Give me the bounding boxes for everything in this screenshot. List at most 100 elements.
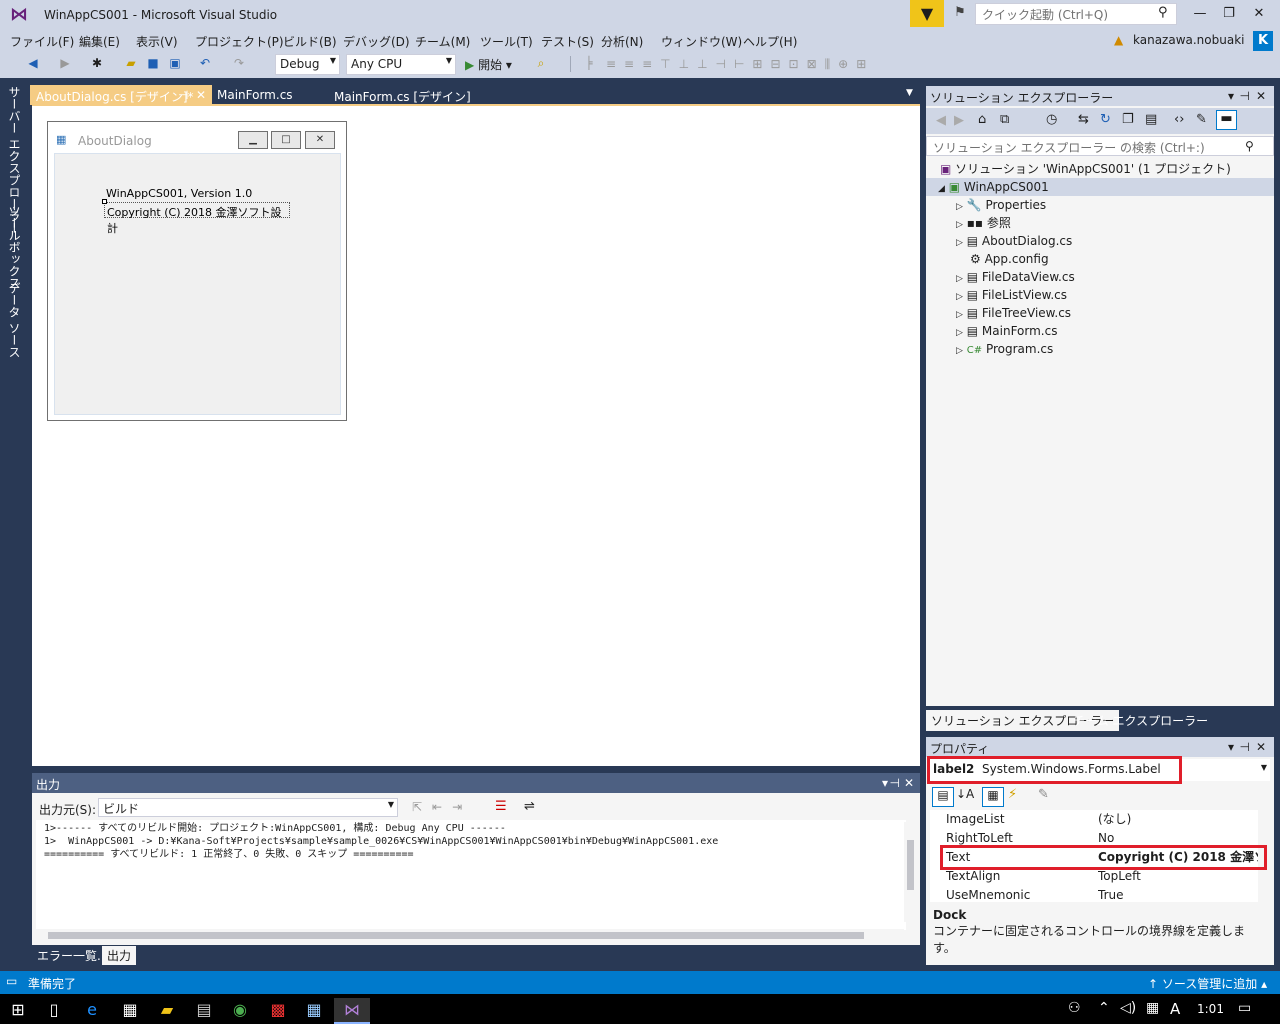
user-name[interactable]: kanazawa.nobuaki [1133,33,1245,47]
scrollbar-thumb[interactable] [907,840,914,890]
collapsed-arrow-icon[interactable]: ▷ [956,310,963,320]
feedback-filter-icon[interactable]: ▼ [910,0,944,27]
menu-debug[interactable]: デバッグ(D) [343,33,410,50]
new-project-icon[interactable]: ✱ [88,56,106,70]
start-debug-button[interactable]: ▶ 開始 ▾ [465,56,512,73]
volume-icon[interactable]: ◁) [1120,1000,1136,1016]
menu-tools[interactable]: ツール(T) [480,33,533,50]
redo-icon[interactable]: ↷ [230,56,248,70]
quick-launch-input[interactable]: クイック起動 (Ctrl+Q) [975,3,1177,25]
app-icon[interactable]: ▦ [296,998,332,1024]
clock[interactable]: 1:01 [1197,1002,1224,1016]
menu-project[interactable]: プロジェクト(P) [195,33,284,50]
scrollbar-thumb[interactable] [48,932,864,939]
collapse-all-icon[interactable]: ⇆ [1078,112,1089,127]
save-icon[interactable]: ■ [144,56,162,70]
prop-value[interactable]: True [1098,886,1258,905]
search-icon[interactable]: ⚲ [1245,139,1254,153]
prop-row-imagelist[interactable]: ImageList (なし) [930,810,1258,829]
menu-edit[interactable]: 編集(E) [79,33,120,50]
tree-item-filelistview[interactable]: ▷ ▤ FileListView.cs [926,286,1274,304]
pin-icon[interactable]: ⊣ [890,776,900,790]
home-icon[interactable]: ⌂ [978,112,986,127]
close-button[interactable]: ✕ [1245,3,1273,25]
paint-icon[interactable]: ▩ [260,998,296,1024]
people-icon[interactable]: ⚇ [1068,1000,1081,1016]
menu-view[interactable]: 表示(V) [136,33,178,50]
clear-all-icon[interactable]: ☰ [495,799,507,814]
tree-item-references[interactable]: ▷ ▪▪ 参照 [926,214,1274,232]
tab-mainform-design[interactable]: MainForm.cs [デザイン] [328,85,477,105]
tab-mainform-cs[interactable]: MainForm.cs [211,85,299,105]
properties-wrench-icon[interactable]: ✎ [1196,112,1207,127]
open-folder-icon[interactable]: ▰ [122,56,140,70]
output-text[interactable]: 1>------ すべてのリビルド開始: プロジェクト:WinAppCS001,… [36,820,906,930]
collapsed-arrow-icon[interactable]: ▷ [956,238,963,248]
user-avatar[interactable]: K [1253,31,1273,51]
output-vertical-scrollbar[interactable] [904,822,917,922]
property-pages-icon[interactable]: ✎ [1038,787,1049,802]
collapsed-arrow-icon[interactable]: ▷ [956,346,963,356]
action-center-icon[interactable]: ▭ [1238,1000,1251,1016]
prop-value[interactable]: (なし) [1098,810,1258,829]
refresh-icon[interactable]: ↻ [1100,112,1111,127]
window-position-icon[interactable]: ▾ [1228,89,1234,103]
windows-start-icon[interactable]: ⊞ [0,998,36,1024]
close-icon[interactable]: ✕ [1256,740,1266,754]
forward-icon[interactable]: ▶ [56,56,74,70]
menu-file[interactable]: ファイル(F) [10,33,74,50]
file-explorer-icon[interactable]: ▰ [149,998,185,1024]
data-sources-tab[interactable]: データ ソース [6,282,23,358]
collapsed-arrow-icon[interactable]: ▷ [956,220,963,230]
search-icon[interactable]: ⚲ [1158,5,1168,20]
calculator-icon[interactable]: ▦ [112,998,148,1024]
word-wrap-icon[interactable]: ⇌ [524,799,535,814]
task-view-icon[interactable]: ▯ [36,998,72,1024]
pin-icon[interactable]: ⊣ [1240,89,1250,103]
label1[interactable]: WinAppCS001, Version 1.0 [106,187,252,200]
tree-item-aboutdialog[interactable]: ▷ ▤ AboutDialog.cs [926,232,1274,250]
sync-view-icon[interactable]: ⧉ [1000,112,1009,127]
layout-toolbar-icons[interactable]: ≡≡≡⊤⊥⊥⊣⊢⊞⊟⊡⊠⫼⊕⊞ [606,57,874,72]
copy-icon[interactable]: ▤ [1145,112,1157,127]
tree-item-appconfig[interactable]: ⚙ App.config [926,250,1274,268]
prop-row-usemnemonic[interactable]: UseMnemonic True [930,886,1258,905]
tab-output[interactable]: 出力 [102,946,137,965]
notification-icon[interactable]: ⚑ [950,5,970,23]
undo-icon[interactable]: ↶ [196,56,214,70]
view-code-icon[interactable]: ‹› [1174,112,1184,127]
restore-button[interactable]: ❐ [1215,3,1243,25]
platform-select[interactable]: Any CPU ▼ [346,54,456,75]
expanded-arrow-icon[interactable]: ◢ [938,184,945,194]
pin-icon[interactable]: ⊣ [178,88,188,102]
label2-selected[interactable]: Copyright (C) 2018 金澤ソフト設計 [104,202,290,235]
window-position-icon[interactable]: ▾ [882,776,888,790]
notepad-icon[interactable]: ▤ [186,998,222,1024]
tree-solution[interactable]: ▣ ソリューション 'WinAppCS001' (1 プロジェクト) [926,160,1274,178]
events-icon[interactable]: ⚡ [1008,787,1017,802]
collapsed-arrow-icon[interactable]: ▷ [956,202,963,212]
ime-indicator[interactable]: A [1170,1000,1180,1018]
collapsed-arrow-icon[interactable]: ▷ [956,292,963,302]
collapsed-arrow-icon[interactable]: ▷ [956,274,963,284]
output-source-select[interactable]: ビルド ▼ [98,798,398,817]
tree-item-mainform[interactable]: ▷ ▤ MainForm.cs [926,322,1274,340]
show-all-files-icon[interactable]: ❐ [1122,112,1134,127]
window-position-icon[interactable]: ▾ [1228,740,1234,754]
tree-item-filedataview[interactable]: ▷ ▤ FileDataView.cs [926,268,1274,286]
selection-handle[interactable] [102,199,107,204]
solution-config-select[interactable]: Debug ▼ [275,54,340,75]
pin-icon[interactable]: ⊣ [1240,740,1250,754]
pending-changes-icon[interactable]: ◷ [1046,112,1057,127]
close-icon[interactable]: ✕ [196,88,206,102]
back-icon[interactable]: ◀ [24,56,42,70]
find-in-files-icon[interactable]: ⌕ [532,56,550,71]
visual-studio-taskbar-icon[interactable]: ⋈ [334,998,370,1024]
collapsed-arrow-icon[interactable]: ▷ [956,328,963,338]
network-icon[interactable]: ▦ [1146,1000,1159,1016]
alphabetical-icon[interactable]: ↓A [956,787,974,801]
tree-item-filetreeview[interactable]: ▷ ▤ FileTreeView.cs [926,304,1274,322]
close-icon[interactable]: ✕ [904,776,914,790]
save-all-icon[interactable]: ▣ [166,56,184,70]
menu-window[interactable]: ウィンドウ(W) [661,33,742,50]
